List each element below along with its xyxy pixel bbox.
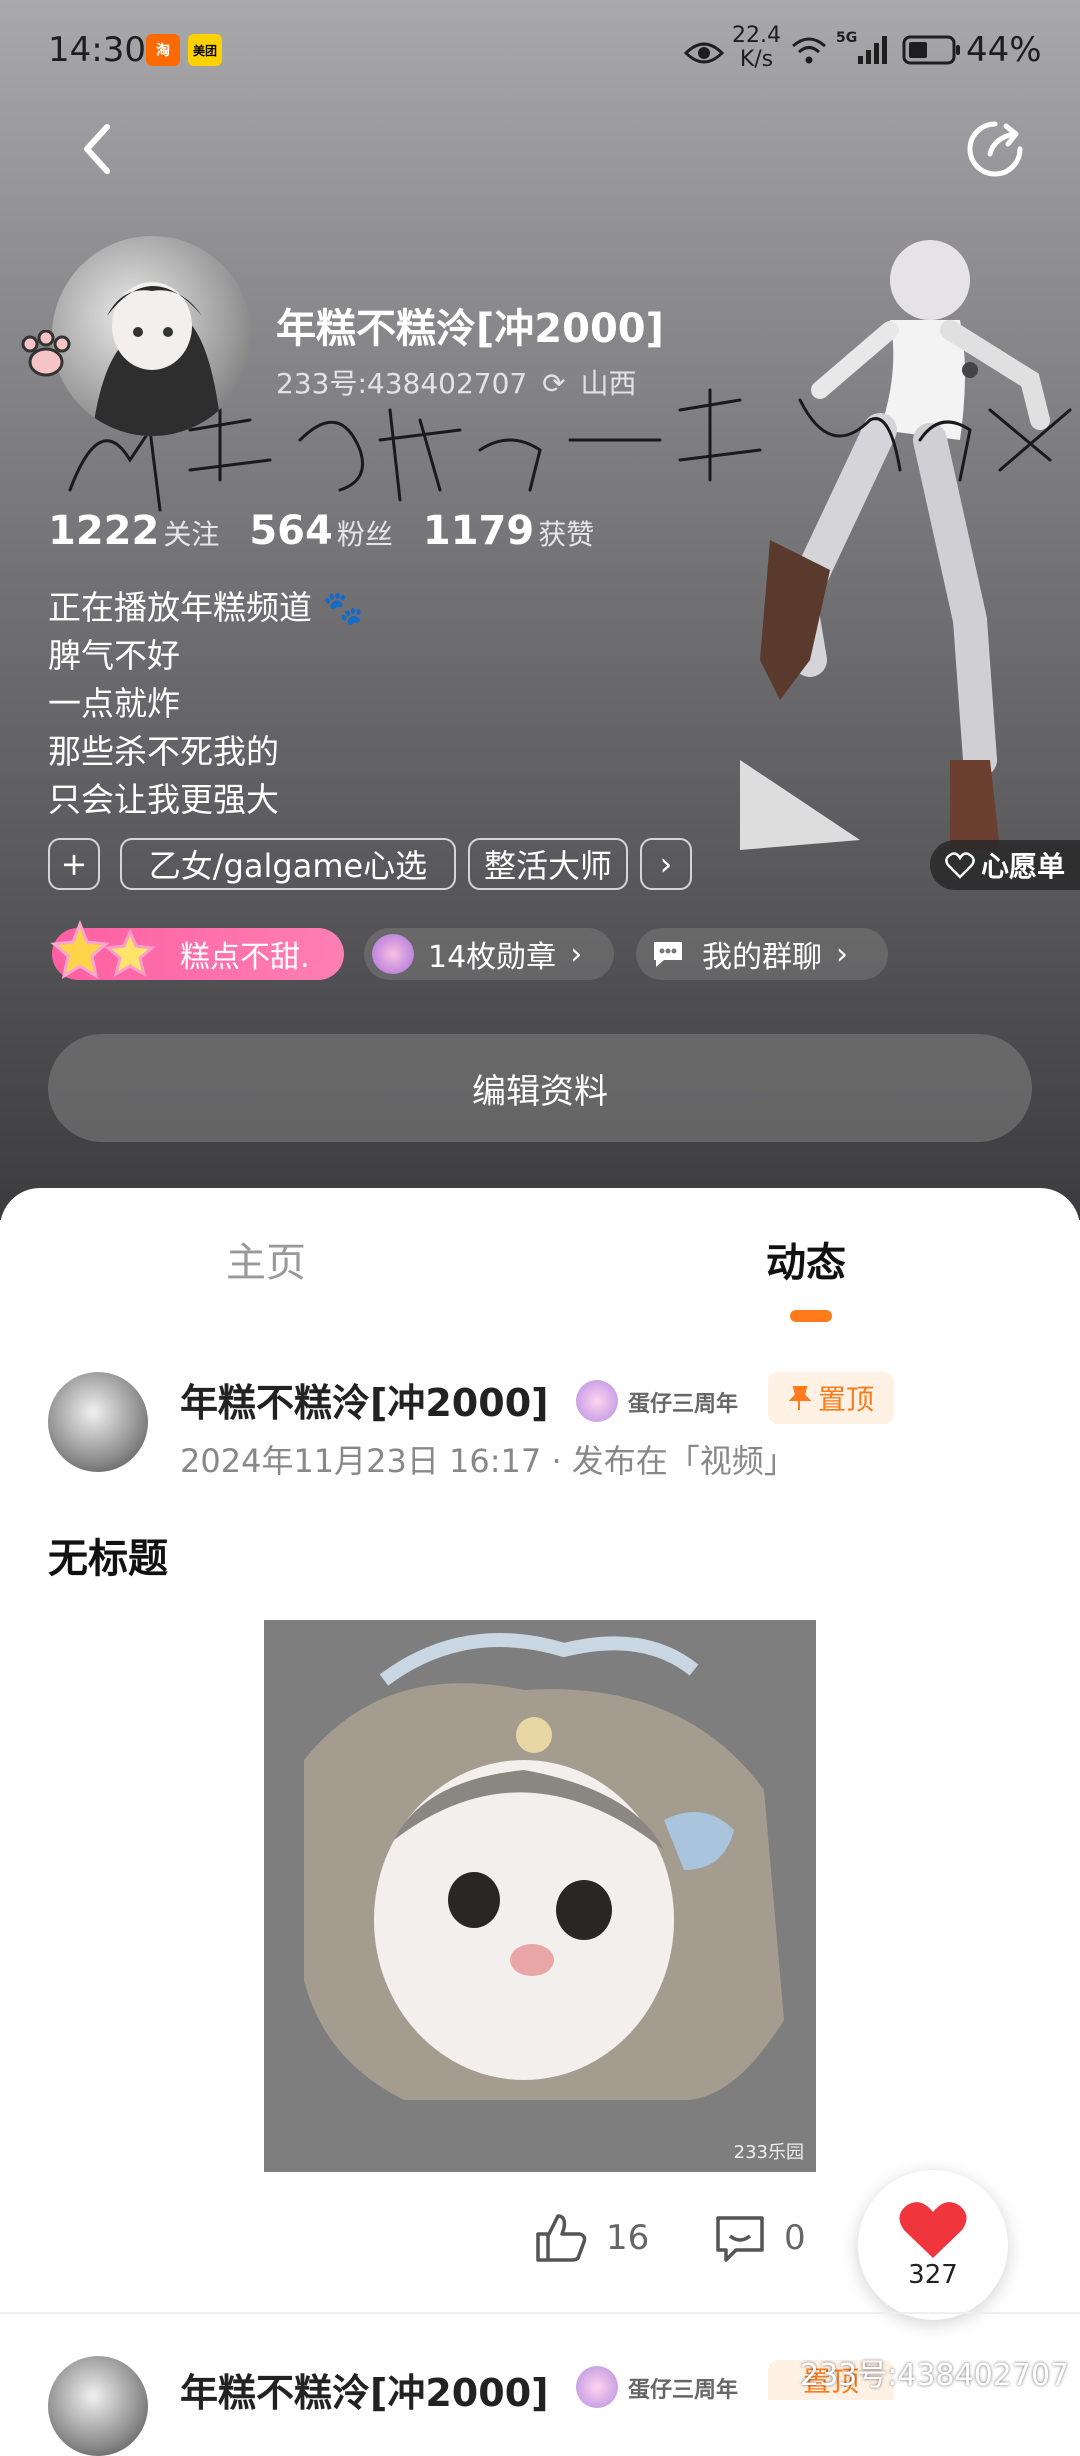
id-watermark: 233号:438402707	[800, 2358, 1070, 2393]
stat-value: 1222	[48, 508, 160, 554]
thumbs-up-icon	[536, 2214, 587, 2262]
plus-icon: +	[60, 845, 88, 883]
status-bar: 14:30 淘 美团 22.4 K/s 5G 44%	[0, 0, 1080, 100]
post-author-name[interactable]: 年糕不糕泠[冲2000]	[180, 2362, 549, 2417]
user-name: 年糕不糕泠[冲2000]	[276, 306, 664, 352]
post-meta: 2024年11月23日 16:17 · 发布在「视频」	[180, 1442, 796, 1480]
tab-posts[interactable]: 动态	[766, 1230, 846, 1288]
stat-value: 1179	[422, 508, 535, 554]
edit-profile-button[interactable]: 编辑资料	[48, 1034, 1032, 1142]
wishlist-label: 心愿单	[980, 850, 1065, 883]
stat-label: 关注	[163, 518, 220, 551]
user-location: 山西	[580, 367, 637, 400]
more-tags-button[interactable]: ›	[640, 838, 692, 890]
character-figure-image	[740, 240, 1050, 850]
profile-stats: 1222 关注 564 粉丝 1179 获赞	[48, 508, 594, 554]
signal-icon	[856, 34, 890, 75]
eye-icon	[683, 36, 725, 76]
network-speed-value: 22.4	[732, 23, 781, 48]
bio-line: 那些杀不死我的	[48, 732, 279, 771]
post-author-avatar[interactable]	[48, 2356, 148, 2456]
anniversary-icon	[576, 1380, 618, 1422]
profile-avatar[interactable]	[52, 236, 252, 436]
heart-fab-button[interactable]: 327	[858, 2170, 1008, 2320]
stat-label: 粉丝	[336, 518, 393, 551]
battery-percentage: 44%	[966, 30, 1042, 70]
level-badge-label: 糕点不甜.	[180, 940, 310, 975]
group-chat-label: 我的群聊	[702, 940, 822, 975]
chevron-left-icon	[84, 124, 110, 174]
post-title: 无标题	[48, 1536, 168, 1582]
pin-icon	[788, 1386, 812, 1410]
cat-photo	[264, 1620, 816, 2172]
cat-paw-icon	[18, 329, 74, 384]
chevron-right-icon: ›	[836, 936, 848, 972]
user-id: 233号:438402707	[276, 367, 528, 400]
star-pair-icon	[50, 918, 160, 992]
meituan-app-icon: 美团	[188, 34, 222, 66]
stat-value: 564	[249, 508, 333, 554]
tab-home[interactable]: 主页	[226, 1230, 306, 1288]
stat-likes[interactable]: 1179 获赞	[423, 508, 594, 554]
bio-line: 只会让我更强大	[48, 780, 279, 819]
comment-count: 0	[784, 2218, 806, 2258]
tag-chip[interactable]: 整活大师	[468, 838, 628, 890]
post-video-thumbnail[interactable]: 233乐园	[264, 1620, 816, 2172]
comment-icon	[716, 2216, 764, 2262]
heart-outline-icon	[945, 852, 975, 879]
stat-following[interactable]: 1222 关注	[48, 508, 219, 554]
add-tag-button[interactable]: +	[48, 838, 100, 890]
chevron-right-icon: ›	[659, 845, 673, 883]
avatar-image	[92, 282, 222, 436]
bio-line: 正在播放年糕频道 🐾	[48, 588, 364, 627]
wifi-icon	[790, 34, 828, 75]
user-id-row: 233号:438402707 ⟳ 山西	[276, 362, 637, 402]
chevron-right-icon: ›	[570, 936, 583, 972]
post-author-label: 年糕不糕泠[冲2000]	[180, 1381, 549, 1425]
network-speed-unit: K/s	[739, 47, 774, 72]
like-count: 16	[606, 2218, 650, 2258]
active-tab-indicator	[790, 1310, 832, 1322]
post-author-avatar[interactable]	[48, 1372, 148, 1472]
medals-label: 14枚勋章	[428, 940, 557, 975]
chat-bubble-icon	[650, 938, 686, 978]
profile-bio: 正在播放年糕频道 🐾 脾气不好 一点就炸 那些杀不死我的 只会让我更强大	[48, 584, 364, 824]
bio-line: 脾气不好	[48, 636, 180, 675]
anniversary-badge: 蛋仔三周年	[628, 2378, 739, 2403]
network-type: 5G	[836, 30, 858, 46]
image-watermark: 233乐园	[733, 2142, 804, 2163]
stat-followers[interactable]: 564 粉丝	[249, 508, 393, 554]
anniversary-badge: 蛋仔三周年	[628, 1392, 739, 1417]
wishlist-button[interactable]: 心愿单	[930, 840, 1080, 890]
tag-chip[interactable]: 乙女/galgame心选	[120, 838, 456, 890]
heart-icon	[899, 2202, 967, 2258]
post-divider	[0, 2312, 1080, 2314]
battery-icon	[902, 34, 962, 75]
comment-button[interactable]: 0	[714, 2212, 806, 2264]
post-author-name[interactable]: 年糕不糕泠[冲2000]	[180, 1372, 549, 1427]
like-button[interactable]: 16	[534, 2212, 649, 2264]
anniversary-icon	[576, 2366, 618, 2408]
medal-icon	[372, 934, 414, 974]
bio-line: 一点就炸	[48, 684, 180, 723]
taobao-app-icon: 淘	[146, 34, 180, 66]
share-button[interactable]	[960, 114, 1030, 184]
share-icon	[967, 121, 1023, 177]
pinned-badge: 置顶	[768, 1372, 894, 1424]
back-button[interactable]	[62, 114, 132, 184]
location-icon: ⟳	[542, 367, 566, 400]
pinned-label: 置顶	[817, 1383, 874, 1416]
stat-label: 获赞	[538, 518, 595, 551]
heart-count: 327	[908, 2260, 958, 2290]
status-time: 14:30	[48, 30, 146, 70]
group-chat-button[interactable]: 我的群聊 ›	[636, 928, 888, 980]
medals-button[interactable]: 14枚勋章 ›	[364, 928, 614, 980]
network-speed: 22.4 K/s	[732, 24, 781, 72]
